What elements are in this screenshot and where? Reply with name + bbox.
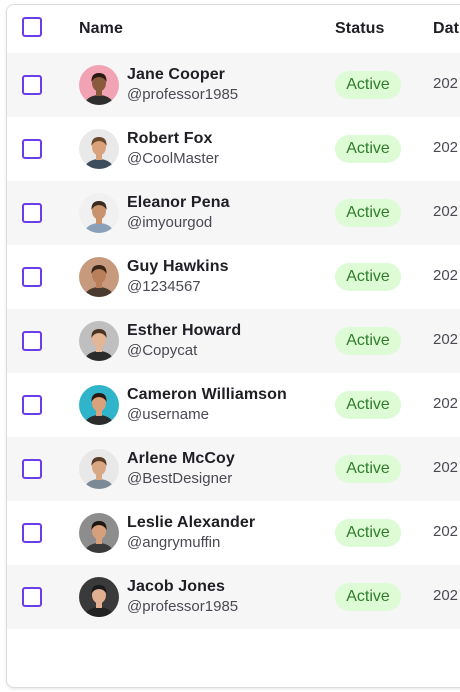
row-date: 202 xyxy=(433,139,459,156)
row-date: 202 xyxy=(433,523,459,540)
user-name: Robert Fox xyxy=(127,130,213,147)
table-row[interactable]: Jacob Jones @professor1985 Active 202 xyxy=(7,565,460,629)
row-checkbox[interactable] xyxy=(22,395,42,415)
avatar xyxy=(79,577,119,617)
row-date: 202 xyxy=(433,395,459,412)
user-name: Eleanor Pena xyxy=(127,194,230,211)
column-header-name[interactable]: Name xyxy=(79,20,123,38)
row-checkbox[interactable] xyxy=(22,459,42,479)
user-handle: @BestDesigner xyxy=(127,470,233,487)
user-name: Esther Howard xyxy=(127,322,242,339)
user-name: Cameron Williamson xyxy=(127,386,287,403)
user-handle: @imyourgod xyxy=(127,214,213,231)
table-row[interactable]: Leslie Alexander @angrymuffin Active 202 xyxy=(7,501,460,565)
row-date: 202 xyxy=(433,203,459,220)
status-badge: Active xyxy=(335,263,401,291)
status-badge: Active xyxy=(335,391,401,419)
table-row[interactable]: Arlene McCoy @BestDesigner Active 202 xyxy=(7,437,460,501)
avatar xyxy=(79,449,119,489)
user-handle: @CoolMaster xyxy=(127,150,219,167)
row-date: 202 xyxy=(433,587,459,604)
status-badge: Active xyxy=(335,583,401,611)
avatar xyxy=(79,513,119,553)
user-name: Arlene McCoy xyxy=(127,450,235,467)
user-name: Jane Cooper xyxy=(127,66,226,83)
column-header-date[interactable]: Dat xyxy=(433,20,459,38)
avatar xyxy=(79,129,119,169)
row-checkbox[interactable] xyxy=(22,331,42,351)
table-row[interactable]: Eleanor Pena @imyourgod Active 202 xyxy=(7,181,460,245)
status-badge: Active xyxy=(335,135,401,163)
row-checkbox[interactable] xyxy=(22,203,42,223)
avatar xyxy=(79,257,119,297)
user-name: Guy Hawkins xyxy=(127,258,229,275)
user-name: Leslie Alexander xyxy=(127,514,256,531)
row-checkbox[interactable] xyxy=(22,139,42,159)
avatar xyxy=(79,193,119,233)
user-handle: @professor1985 xyxy=(127,598,239,615)
row-date: 202 xyxy=(433,267,459,284)
user-handle: @1234567 xyxy=(127,278,201,295)
status-badge: Active xyxy=(335,327,401,355)
table-row[interactable]: Jane Cooper @professor1985 Active 202 xyxy=(7,53,460,117)
users-table: Name Status Dat Jane Cooper @professor198… xyxy=(6,4,460,688)
row-checkbox[interactable] xyxy=(22,75,42,95)
status-badge: Active xyxy=(335,199,401,227)
user-handle: @professor1985 xyxy=(127,86,239,103)
select-all-checkbox[interactable] xyxy=(22,17,42,37)
table-row[interactable]: Guy Hawkins @1234567 Active 202 xyxy=(7,245,460,309)
row-checkbox[interactable] xyxy=(22,587,42,607)
avatar xyxy=(79,65,119,105)
table-header: Name Status Dat xyxy=(7,5,460,53)
table-row[interactable]: Esther Howard @Copycat Active 202 xyxy=(7,309,460,373)
table-row[interactable]: Robert Fox @CoolMaster Active 202 xyxy=(7,117,460,181)
row-date: 202 xyxy=(433,459,459,476)
user-handle: @username xyxy=(127,406,209,423)
user-handle: @Copycat xyxy=(127,342,198,359)
column-header-status[interactable]: Status xyxy=(335,20,385,38)
table-row[interactable]: Cameron Williamson @username Active 202 xyxy=(7,373,460,437)
row-checkbox[interactable] xyxy=(22,523,42,543)
user-handle: @angrymuffin xyxy=(127,534,221,551)
avatar xyxy=(79,321,119,361)
avatar xyxy=(79,385,119,425)
status-badge: Active xyxy=(335,71,401,99)
user-name: Jacob Jones xyxy=(127,578,226,595)
row-checkbox[interactable] xyxy=(22,267,42,287)
status-badge: Active xyxy=(335,519,401,547)
row-date: 202 xyxy=(433,331,459,348)
status-badge: Active xyxy=(335,455,401,483)
row-date: 202 xyxy=(433,75,459,92)
